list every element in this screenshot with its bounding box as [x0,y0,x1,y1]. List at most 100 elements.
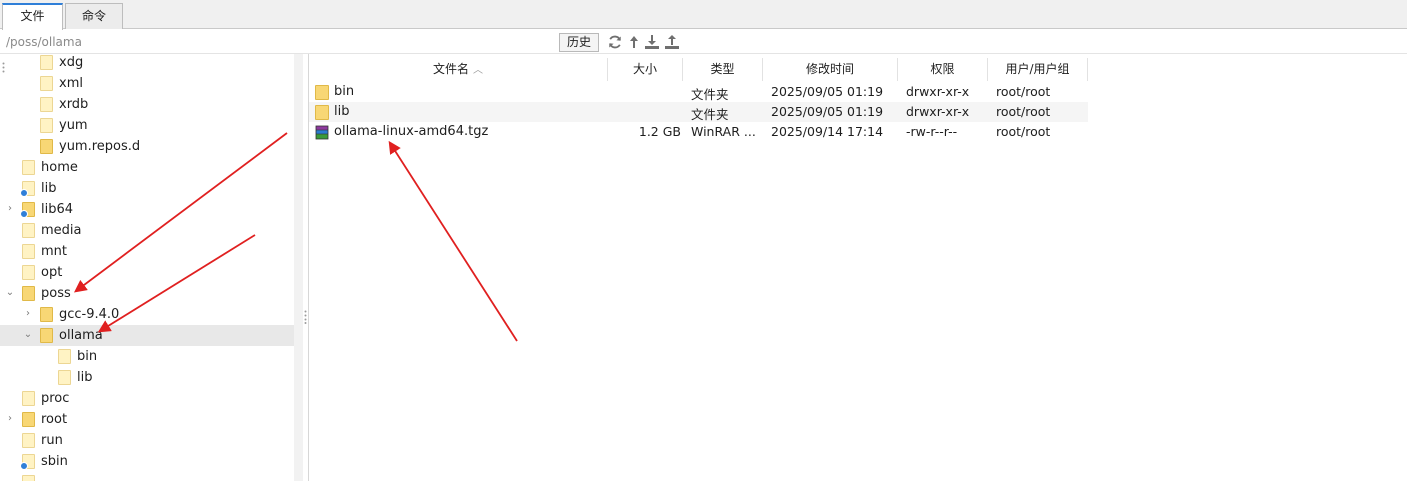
tree-item-ollama[interactable]: ⌄ ollama [0,325,294,346]
folder-icon [22,412,35,427]
tree-item-label: home [41,160,78,175]
tree-item-bin[interactable]: bin [0,346,294,367]
tree-item-proc[interactable]: proc [0,388,294,409]
tree-item-sbin[interactable]: sbin [0,451,294,472]
upload-icon[interactable] [664,34,680,50]
chevron-down-icon[interactable]: ⌄ [23,330,33,340]
folder-icon [22,223,35,238]
tree-item-xdg[interactable]: xdg [0,54,294,73]
tree-item-label: mnt [41,244,67,259]
chevron-right-icon[interactable]: › [23,309,33,319]
folder-link-icon [20,181,35,197]
file-type: 文件夹 [691,107,729,122]
download-icon[interactable] [644,34,660,50]
column-header-modified[interactable]: 修改时间 [763,58,898,81]
tree-item-label: xml [59,76,83,91]
column-header-label: 类型 [710,62,735,76]
tree-item-xml[interactable]: xml [0,73,294,94]
chevron-right-icon[interactable]: › [5,204,15,214]
folder-icon [40,307,53,322]
folder-icon [22,475,35,481]
up-icon[interactable] [626,34,642,50]
column-header-label: 文件名 [432,62,469,76]
table-row[interactable]: bin 文件夹 2025/09/05 01:19 drwxr-xr-x root… [309,82,1088,102]
file-list: 文件名 ︿ 大小 类型 修改时间 权限 用户/用户组 bin 文件夹 2025/0… [308,54,1407,481]
file-name: lib [334,104,350,119]
file-owner: root/root [996,104,1051,119]
tree-item-mnt[interactable]: mnt [0,241,294,262]
file-name: ollama-linux-amd64.tgz [334,124,489,139]
column-header-perms[interactable]: 权限 [898,58,988,81]
tree-item-label: run [41,433,63,448]
file-owner: root/root [996,124,1051,139]
path-input[interactable] [6,33,556,51]
tree-item-label: lib64 [41,202,74,217]
folder-icon [40,55,53,70]
file-list-header: 文件名 ︿ 大小 类型 修改时间 权限 用户/用户组 [309,58,1407,81]
file-modified: 2025/09/05 01:19 [771,104,884,119]
tree-item-home[interactable]: home [0,157,294,178]
tree-item-run[interactable]: run [0,430,294,451]
file-name: bin [334,84,355,99]
folder-icon [40,118,53,133]
table-row[interactable]: ollama-linux-amd64.tgz 1.2 GB WinRAR ...… [309,122,1088,142]
tree-item-label: gcc-9.4.0 [59,307,120,322]
tree-item-label: xdg [59,55,84,70]
history-button[interactable]: 历史 [559,33,599,52]
folder-icon [22,286,35,301]
folder-icon [40,97,53,112]
tree-item-label: lib [41,181,57,196]
folder-link-icon [20,454,35,470]
column-header-size[interactable]: 大小 [608,58,683,81]
file-perms: -rw-r--r-- [906,124,958,139]
tab-bar: 文件 命令 [0,0,1407,30]
tab-files[interactable]: 文件 [2,3,63,30]
tree-item-lib64[interactable]: › lib64 [0,199,294,220]
sort-asc-icon: ︿ [473,65,483,76]
table-row[interactable]: lib 文件夹 2025/09/05 01:19 drwxr-xr-x root… [309,102,1088,122]
tree-item-lib-sub[interactable]: lib [0,367,294,388]
tree-item-opt[interactable]: opt [0,262,294,283]
column-header-type[interactable]: 类型 [683,58,763,81]
column-header-name[interactable]: 文件名 ︿ [309,58,608,81]
tree-item-gcc[interactable]: › gcc-9.4.0 [0,304,294,325]
folder-icon [40,76,53,91]
column-header-label: 用户/用户组 [1005,62,1070,76]
tree-item-yum-repos-d[interactable]: yum.repos.d [0,136,294,157]
tree-item-label: xrdb [59,97,89,112]
chevron-right-icon[interactable]: › [5,414,15,424]
rar-archive-icon [315,125,329,140]
tree-item-media[interactable]: media [0,220,294,241]
tree-item-root[interactable]: › root [0,409,294,430]
folder-icon [22,244,35,259]
tree-item-partial [0,472,294,481]
file-modified: 2025/09/05 01:19 [771,84,884,99]
tree-item-label: opt [41,265,63,280]
tree-item-lib[interactable]: lib [0,178,294,199]
chevron-down-icon[interactable]: ⌄ [5,288,15,298]
tab-commands[interactable]: 命令 [65,3,123,29]
splitter-grip-icon[interactable] [304,310,307,324]
folder-icon [58,349,71,364]
file-perms: drwxr-xr-x [906,104,970,119]
file-modified: 2025/09/14 17:14 [771,124,884,139]
tree-item-xrdb[interactable]: xrdb [0,94,294,115]
tree-item-yum[interactable]: yum [0,115,294,136]
folder-icon [22,160,35,175]
folder-icon [40,139,53,154]
column-header-owner[interactable]: 用户/用户组 [988,58,1088,81]
folder-icon [315,105,329,120]
column-header-label: 权限 [930,62,955,76]
folder-icon [40,328,53,343]
tree-item-poss[interactable]: ⌄ poss [0,283,294,304]
file-perms: drwxr-xr-x [906,84,970,99]
tree-item-label: proc [41,391,70,406]
refresh-icon[interactable] [607,34,623,50]
tree-scrollbar[interactable] [294,54,303,481]
path-bar: 历史 [0,30,1407,54]
tree-item-label: ollama [59,328,103,343]
column-header-label: 大小 [632,62,657,76]
tree-item-label: yum [59,118,88,133]
folder-link-icon [20,202,35,218]
file-type: WinRAR ... [691,124,756,139]
